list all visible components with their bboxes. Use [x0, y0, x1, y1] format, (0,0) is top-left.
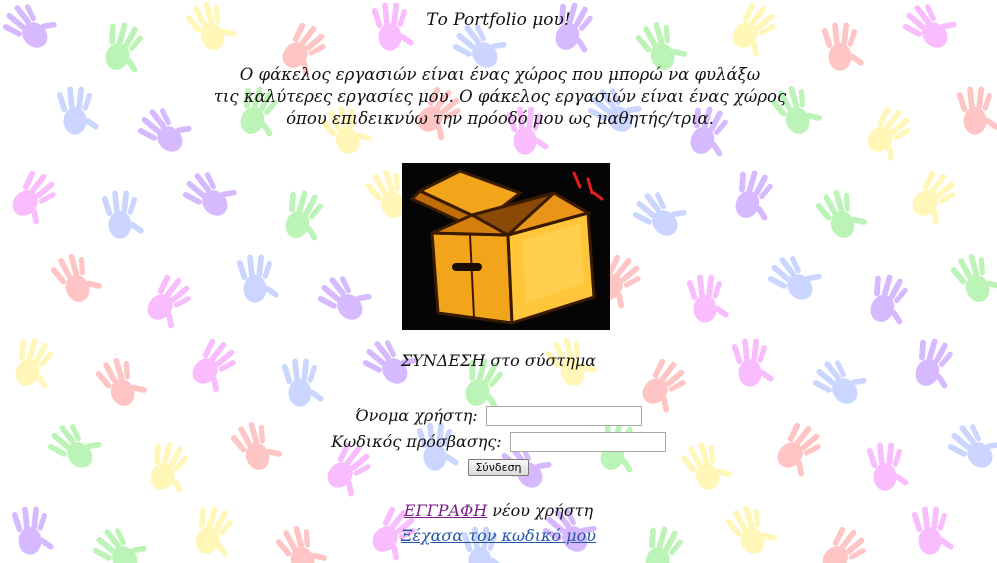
handprint-icon	[101, 190, 145, 239]
login-button[interactable]: Σύνδεση	[468, 459, 529, 476]
handprint-icon	[137, 268, 203, 335]
handprint-icon	[857, 100, 923, 167]
submit-row: Σύνδεση	[0, 456, 997, 476]
handprint-icon	[947, 247, 997, 309]
handprint-icon	[47, 247, 106, 309]
forgot-password-line: Ξέχασα τον κωδικό μου	[0, 526, 997, 545]
forgot-password-link[interactable]: Ξέχασα τον κωδικό μου	[401, 526, 596, 545]
open-box-icon	[409, 169, 604, 326]
handprint-icon	[762, 244, 828, 311]
handprint-icon	[627, 180, 693, 247]
username-input[interactable]	[485, 405, 642, 426]
box-handle	[452, 263, 482, 271]
handprint-icon	[686, 274, 730, 323]
handprint-icon	[177, 160, 243, 227]
register-link[interactable]: ΕΓΓΡΑΦΗ	[404, 501, 487, 520]
username-row: Όνομα χρήστη:	[0, 405, 997, 426]
page-title: Το Portfolio μου!	[426, 10, 571, 30]
password-label: Κωδικός πρόσβασης:	[331, 432, 502, 451]
handprint-icon	[312, 264, 378, 331]
intro-line: τις καλύτερες εργασίες μου. Ο φάκελος ερ…	[213, 87, 787, 106]
handprint-icon	[274, 185, 334, 247]
username-label: Όνομα χρήστη:	[355, 406, 478, 425]
handprint-icon	[2, 164, 68, 231]
password-input[interactable]	[509, 431, 666, 452]
handprint-icon	[812, 183, 871, 245]
password-row: Κωδικός πρόσβασης:	[0, 431, 997, 452]
intro-line: Ο φάκελος εργασιών είναι ένας χώρος που …	[239, 65, 761, 84]
handprint-icon	[724, 165, 784, 227]
portfolio-box-image	[402, 163, 610, 330]
login-heading: ΣΥΝΔΕΣΗ στο σύστημα	[400, 351, 597, 370]
handprint-icon	[236, 254, 280, 303]
handprint-icon	[902, 164, 968, 231]
register-line: ΕΓΓΡΑΦΗ νέου χρήστη	[0, 501, 997, 520]
register-suffix: νέου χρήστη	[487, 501, 594, 520]
handprint-icon	[859, 269, 919, 331]
burst-lines	[572, 171, 604, 201]
handprint-icon	[56, 86, 100, 135]
handprint-icon	[956, 86, 997, 135]
intro-line: όπου επιδεικνύω την πρόοδό μου ως μαθητή…	[286, 109, 714, 128]
intro-text: Ο φάκελος εργασιών είναι ένας χώρος που …	[170, 64, 830, 130]
